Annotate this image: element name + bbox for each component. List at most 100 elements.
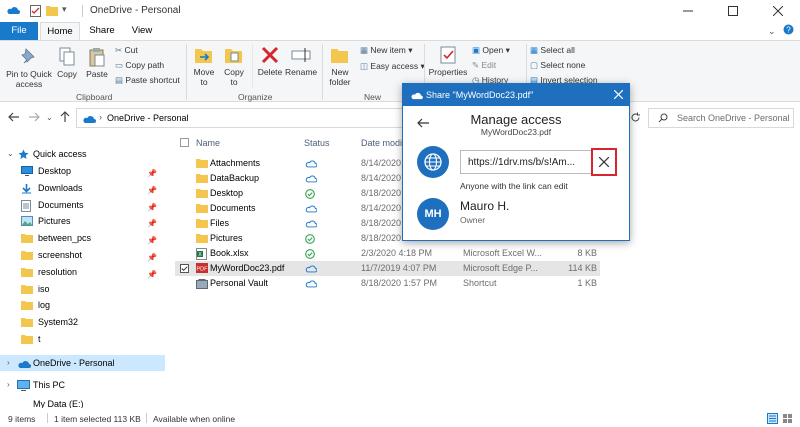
- nav-my-data[interactable]: My Data (E:): [0, 400, 165, 408]
- open-button[interactable]: ▣ Open ▾: [472, 45, 510, 56]
- move-to-icon: [192, 45, 216, 65]
- paste-shortcut-label: Paste shortcut: [125, 75, 180, 85]
- file-row-book-xlsx[interactable]: X Book.xlsx 2/3/2020 4:18 PM Microsoft Exce…: [175, 246, 600, 261]
- properties-check-icon[interactable]: [30, 5, 41, 17]
- nav-this-pc[interactable]: › This PC: [0, 377, 165, 393]
- sidebar-item-downloads[interactable]: Downloads 📌: [0, 180, 165, 196]
- synced-check-icon: [305, 248, 315, 259]
- link-permission-note: Anyone with the link can edit: [460, 181, 568, 191]
- breadcrumb-chevron-icon[interactable]: ›: [99, 112, 102, 122]
- file-row-myworddoc23-pdf[interactable]: PDF MyWordDoc23.pdf 11/7/2019 4:07 PM Micro…: [175, 260, 600, 276]
- folder-icon: [196, 218, 208, 228]
- file-type: Microsoft Excel W...: [463, 247, 543, 258]
- file-name: MyWordDoc23.pdf: [210, 262, 285, 273]
- edit-icon: ✎: [472, 60, 480, 70]
- pin-to-quick-access-button[interactable]: Pin to Quick access: [4, 47, 54, 89]
- sidebar-item-system32[interactable]: System32: [0, 314, 165, 330]
- delete-button[interactable]: Delete: [256, 45, 284, 77]
- paste-button[interactable]: Paste: [84, 47, 110, 79]
- minimize-button[interactable]: [665, 0, 710, 22]
- star-icon: [18, 149, 29, 160]
- window-title: OneDrive - Personal: [90, 5, 181, 16]
- sidebar-item-t[interactable]: t: [0, 331, 165, 347]
- refresh-icon[interactable]: [630, 112, 641, 123]
- tab-file[interactable]: File: [0, 22, 38, 40]
- paste-shortcut-button[interactable]: ▤ Paste shortcut: [115, 75, 180, 86]
- rename-button[interactable]: Rename: [285, 45, 317, 77]
- copy-path-button[interactable]: ▭ Copy path: [115, 60, 164, 71]
- owner-role: Owner: [460, 215, 486, 225]
- sidebar-item-pictures[interactable]: Pictures 📌: [0, 213, 165, 229]
- expand-chevron-icon[interactable]: ›: [7, 355, 10, 371]
- copy-to-button[interactable]: Copy to: [222, 45, 246, 87]
- expand-chevron-icon[interactable]: ›: [7, 377, 10, 393]
- file-type: Shortcut: [463, 277, 497, 288]
- nav-onedrive-personal[interactable]: › OneDrive - Personal: [0, 355, 165, 371]
- help-icon[interactable]: ?: [783, 24, 794, 35]
- sidebar-item-label: t: [38, 334, 41, 344]
- up-arrow-icon[interactable]: [60, 111, 70, 123]
- cut-button[interactable]: ✂ Cut: [115, 45, 138, 56]
- new-item-button[interactable]: ▦ New item ▾: [360, 45, 412, 56]
- expand-chevron-icon[interactable]: ⌄: [7, 146, 14, 162]
- close-button[interactable]: [755, 0, 800, 22]
- edit-button[interactable]: ✎ Edit: [472, 60, 496, 71]
- new-folder-button[interactable]: New folder: [326, 45, 354, 87]
- new-folder-label-2: folder: [329, 77, 351, 87]
- move-to-button[interactable]: Move to: [192, 45, 216, 87]
- select-all-button[interactable]: ▦ Select all: [530, 45, 575, 56]
- sidebar-item-screenshot[interactable]: screenshot 📌: [0, 247, 165, 263]
- select-all-checkbox[interactable]: [180, 138, 189, 147]
- paste-label: Paste: [86, 69, 108, 79]
- recent-locations-icon[interactable]: ⌄: [46, 113, 53, 122]
- tab-home[interactable]: Home: [40, 22, 80, 41]
- tab-share[interactable]: Share: [82, 22, 122, 40]
- copy-button[interactable]: Copy: [55, 47, 79, 79]
- file-row-personal-vault[interactable]: Personal Vault 8/18/2020 1:57 PM Shortcut 1…: [175, 276, 600, 291]
- details-view-icon[interactable]: [767, 413, 778, 424]
- back-arrow-icon[interactable]: [8, 112, 20, 122]
- customize-toolbar-icon[interactable]: ▾: [62, 4, 67, 15]
- search-box[interactable]: Search OneDrive - Personal: [648, 108, 794, 128]
- file-date: 8/18/2020: [361, 232, 402, 243]
- sidebar-item-desktop[interactable]: Desktop 📌: [0, 163, 165, 179]
- dialog-close-icon[interactable]: [614, 90, 623, 99]
- expand-ribbon-icon[interactable]: ⌄: [768, 26, 776, 37]
- remove-link-button[interactable]: [591, 148, 617, 176]
- cloud-only-icon: [305, 264, 317, 273]
- file-name: Desktop: [210, 187, 244, 198]
- easy-access-label: Easy access: [370, 61, 419, 71]
- sidebar-item-documents[interactable]: Documents 📌: [0, 197, 165, 213]
- select-none-icon: ▢: [530, 60, 539, 70]
- row-checkbox-checked[interactable]: [180, 263, 189, 273]
- properties-label: Properties: [428, 67, 468, 77]
- sidebar-item-iso[interactable]: iso: [0, 281, 165, 297]
- delete-x-icon: [256, 45, 284, 65]
- breadcrumb-onedrive[interactable]: OneDrive - Personal: [107, 113, 189, 123]
- copy-to-label-1: Copy: [224, 67, 244, 77]
- column-name[interactable]: Name: [196, 138, 220, 148]
- column-status[interactable]: Status: [304, 138, 330, 148]
- forward-arrow-icon[interactable]: [28, 112, 40, 122]
- select-none-button[interactable]: ▢ Select none: [530, 60, 585, 71]
- sidebar-item-between-pcs[interactable]: between_pcs 📌: [0, 230, 165, 246]
- svg-text:PDF: PDF: [197, 266, 209, 272]
- column-date-modified[interactable]: Date modif: [361, 138, 405, 148]
- file-size: 1 KB: [577, 277, 597, 288]
- large-icons-view-icon[interactable]: [782, 413, 793, 424]
- search-placeholder: Search OneDrive - Personal: [677, 113, 790, 123]
- easy-access-button[interactable]: ◫ Easy access ▾: [360, 61, 425, 72]
- nav-this-pc-label: This PC: [33, 380, 66, 390]
- tab-view[interactable]: View: [124, 22, 160, 40]
- clipboard-group-label: Clipboard: [76, 92, 113, 102]
- share-dialog: Share "MyWordDoc23.pdf" Manage access My…: [402, 83, 630, 241]
- maximize-button[interactable]: [710, 0, 755, 22]
- properties-button[interactable]: Properties: [428, 45, 468, 77]
- nav-quick-access[interactable]: ⌄ Quick access: [0, 146, 165, 162]
- sidebar-item-resolution[interactable]: resolution 📌: [0, 264, 165, 280]
- sidebar-item-log[interactable]: log: [0, 297, 165, 313]
- nav-my-data-label: My Data (E:): [33, 400, 84, 408]
- file-name: Book.xlsx: [210, 247, 249, 258]
- pictures-icon: [21, 216, 33, 227]
- new-folder-quick-icon[interactable]: [46, 5, 58, 16]
